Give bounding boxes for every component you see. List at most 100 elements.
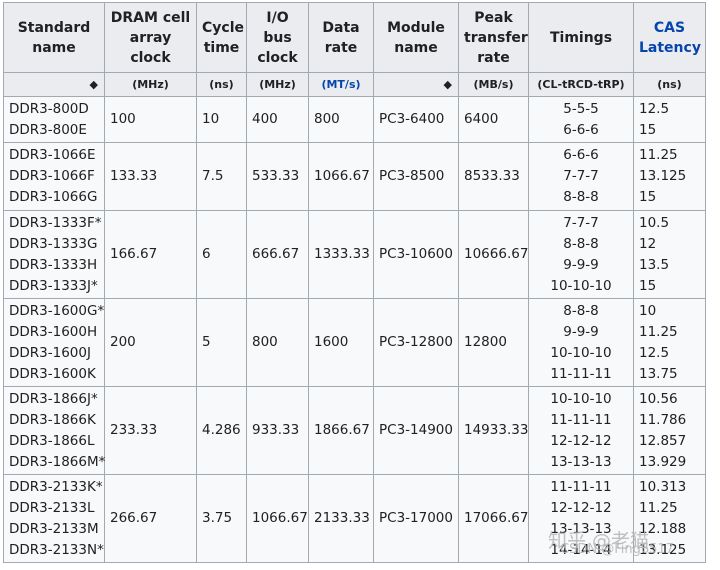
cas-value: 13.125 [639,541,687,558]
cell-cycle-time: 3.75 [196,474,247,563]
standard-name: DDR3-2133M [9,520,99,537]
cas-value: 12.857 [639,432,687,449]
unit-peak-transfer-rate[interactable]: (MB/s) [458,72,529,97]
col-header-io-bus-clock[interactable]: I/O bus clock [246,2,309,73]
cell-peak-transfer-rate: 17066.67 [458,474,529,563]
timing: 7-7-7 [563,168,599,184]
col-header-dram-clock[interactable]: DRAM cell array clock [104,2,197,73]
col-header-module-name[interactable]: Module name [373,2,459,73]
cell-module-name: PC3-14900 [373,386,459,475]
cell-cas-latency: 10.5 12 13.5 15 [633,210,706,299]
cell-timings: 10-10-10 11-11-11 12-12-12 13-13-13 [528,386,634,475]
unit-cycle-time[interactable]: (ns) [196,72,247,97]
cas-value: 13.929 [639,453,687,470]
timing: 8-8-8 [563,302,599,319]
standard-name: DDR3-1333F* [9,214,102,231]
cell-cas-latency: 10.56 11.786 12.857 13.929 [633,386,706,475]
table-row: DDR3-2133K* DDR3-2133L DDR3-2133M DDR3-2133… [3,474,706,563]
timing: 10-10-10 [550,390,612,407]
timing: 6-6-6 [563,147,599,163]
cell-cas-latency: 10.313 11.25 12.188 13.125 [633,474,706,563]
timing: 6-6-6 [563,121,599,138]
cas-value: 10.5 [639,214,670,231]
cas-value: 15 [639,121,657,138]
timing: 8-8-8 [563,235,599,252]
timing: 13-13-13 [550,453,612,470]
cell-standard-name: DDR3-1600G* DDR3-1600H DDR3-1600J DDR3-1600… [3,298,105,387]
cell-data-rate: 1600 [308,298,374,387]
standard-name: DDR3-2133N* [9,541,104,558]
timing: 14-14-14 [550,541,612,558]
cas-value: 12.188 [639,520,687,537]
col-header-standard-name[interactable]: Standard name [3,2,105,73]
cell-dram-clock: 233.33 [104,386,197,475]
timing: 7-7-7 [563,214,599,231]
ddr3-spec-table: Standard name DRAM cell array clock Cycl… [3,2,706,563]
standard-name: DDR3-1333J* [9,277,98,294]
unit-timings[interactable]: (CL-tRCD-tRP) [528,72,634,97]
cell-standard-name: DDR3-1066E DDR3-1066F DDR3-1066G [3,142,105,211]
sort-icon[interactable]: ◆ [90,78,98,91]
sort-module-name[interactable]: ◆ [373,72,459,97]
col-header-cas-latency-link[interactable]: CAS Latency [633,2,706,73]
cell-cycle-time: 4.286 [196,386,247,475]
cas-value: 11.25 [639,499,678,516]
col-header-peak-transfer-rate[interactable]: Peak transfer rate [458,2,529,73]
cas-value: 10.313 [639,478,687,495]
cas-value: 12.5 [639,100,670,117]
cas-value: 12 [639,235,657,252]
timing: 12-12-12 [550,499,612,516]
standard-name: DDR3-1600J [9,344,91,361]
timing: 5-5-5 [563,100,599,117]
cell-dram-clock: 200 [104,298,197,387]
cell-peak-transfer-rate: 8533.33 [458,142,529,211]
cell-dram-clock: 266.67 [104,474,197,563]
cell-standard-name: DDR3-800D DDR3-800E [3,96,105,143]
cell-cas-latency: 10 11.25 12.5 13.75 [633,298,706,387]
standard-name: DDR3-1866M* [9,453,106,470]
unit-data-rate-link[interactable]: (MT/s) [308,72,374,97]
unit-io-bus-clock[interactable]: (MHz) [246,72,309,97]
timing: 11-11-11 [550,365,612,382]
standard-name: DDR3-1600H [9,323,98,340]
cell-data-rate: 1866.67 [308,386,374,475]
cell-dram-clock: 166.67 [104,210,197,299]
cell-peak-transfer-rate: 12800 [458,298,529,387]
cell-module-name: PC3-10600 [373,210,459,299]
cell-standard-name: DDR3-1866J* DDR3-1866K DDR3-1866L DDR3-1866… [3,386,106,475]
col-header-timings[interactable]: Timings [528,2,634,73]
cell-timings: 11-11-11 12-12-12 13-13-13 14-14-14 [528,474,634,563]
cell-data-rate: 2133.33 [308,474,374,563]
cell-timings: 5-5-5 6-6-6 [528,96,634,143]
cas-value: 11.25 [639,147,678,163]
cell-io-bus-clock: 400 [246,96,309,143]
sort-standard-name[interactable]: ◆ [3,72,105,97]
standard-name: DDR3-1066G [9,189,98,205]
standard-name: DDR3-1066E [9,147,96,163]
cell-cycle-time: 10 [196,96,247,143]
cas-value: 13.75 [639,365,678,382]
standard-name: DDR3-1866J* [9,390,98,407]
unit-dram-clock[interactable]: (MHz) [104,72,197,97]
cell-io-bus-clock: 533.33 [246,142,309,211]
timing: 8-8-8 [563,189,599,205]
standard-name: DDR3-2133L [9,499,95,516]
cell-timings: 6-6-6 7-7-7 8-8-8 [528,142,634,211]
table-row: DDR3-800D DDR3-800E 100 10 400 800 PC3-64… [3,96,706,143]
standard-name: DDR3-1600G* [9,302,105,319]
units-row: ◆ (MHz) (ns) (MHz) (MT/s) ◆ (MB/s) (CL-t… [3,72,706,97]
standard-name: DDR3-800D [9,100,89,117]
sort-icon[interactable]: ◆ [444,78,452,91]
cas-value: 13.5 [639,256,670,273]
cell-module-name: PC3-17000 [373,474,459,563]
standard-name: DDR3-1600K [9,365,96,382]
cas-value: 10.56 [639,390,678,407]
standard-name: DDR3-1333G [9,235,98,252]
standard-name: DDR3-800E [9,121,87,138]
cell-module-name: PC3-8500 [373,142,459,211]
cell-io-bus-clock: 800 [246,298,309,387]
col-header-data-rate[interactable]: Data rate [308,2,374,73]
cell-data-rate: 1066.67 [308,142,374,211]
unit-cas-latency[interactable]: (ns) [633,72,706,97]
col-header-cycle-time[interactable]: Cycle time [196,2,247,73]
